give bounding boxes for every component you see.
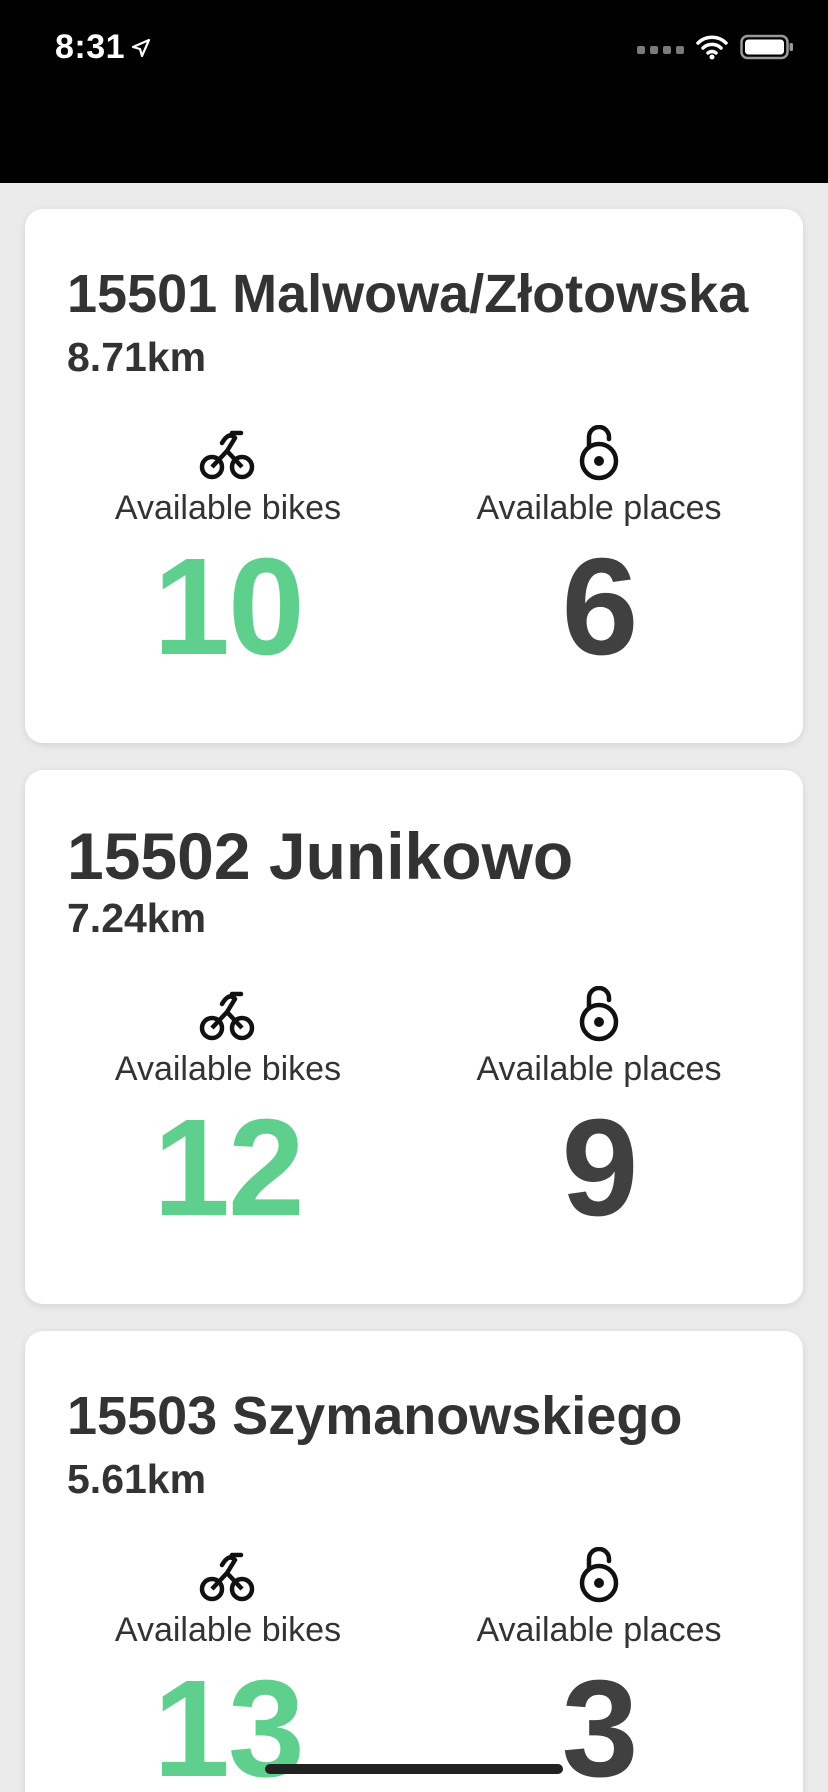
station-name: 15501 Malwowa/Złotowska <box>67 264 749 324</box>
status-indicators <box>637 34 794 65</box>
available-places-count: 9 <box>561 1091 639 1245</box>
wifi-icon <box>696 34 728 65</box>
status-bar: 8:31 <box>0 0 828 183</box>
available-places-label: Available places <box>476 1050 722 1088</box>
available-places-stat: Available places 3 <box>439 1547 759 1792</box>
station-card[interactable]: 15502 Junikowo 7.24km Available bikes 12 <box>25 770 803 1304</box>
padlock-open-icon <box>439 425 759 481</box>
available-places-stat: Available places 6 <box>439 425 759 676</box>
padlock-open-icon <box>439 1547 759 1603</box>
available-bikes-count: 12 <box>153 1091 305 1245</box>
available-places-label: Available places <box>476 1611 722 1649</box>
available-bikes-count: 10 <box>153 530 305 684</box>
station-distance: 8.71km <box>67 334 207 380</box>
bicycle-icon <box>68 986 388 1042</box>
available-bikes-stat: Available bikes 12 <box>68 986 388 1237</box>
station-card[interactable]: 15501 Malwowa/Złotowska 8.71km Available… <box>25 209 803 743</box>
status-time-text: 8:31 <box>55 28 126 66</box>
available-places-stat: Available places 9 <box>439 986 759 1237</box>
location-arrow-icon <box>131 28 151 67</box>
available-places-label: Available places <box>476 489 722 527</box>
status-time: 8:31 <box>55 28 151 67</box>
padlock-open-icon <box>439 986 759 1042</box>
station-card[interactable]: 15503 Szymanowskiego 5.61km Available bi… <box>25 1331 803 1792</box>
station-distance: 7.24km <box>67 895 207 941</box>
station-name: 15502 Junikowo <box>67 819 574 893</box>
station-list[interactable]: 15501 Malwowa/Złotowska 8.71km Available… <box>0 183 828 1792</box>
cellular-signal-icon <box>637 45 684 54</box>
available-bikes-stat: Available bikes 13 <box>68 1547 388 1792</box>
home-indicator[interactable] <box>265 1764 563 1774</box>
available-places-count: 6 <box>561 530 639 684</box>
bicycle-icon <box>68 1547 388 1603</box>
available-bikes-stat: Available bikes 10 <box>68 425 388 676</box>
bicycle-icon <box>68 425 388 481</box>
available-bikes-label: Available bikes <box>114 1611 342 1649</box>
available-bikes-label: Available bikes <box>114 1050 342 1088</box>
station-distance: 5.61km <box>67 1456 207 1502</box>
available-bikes-label: Available bikes <box>114 489 342 527</box>
station-name: 15503 Szymanowskiego <box>67 1386 683 1446</box>
battery-icon <box>740 34 794 65</box>
